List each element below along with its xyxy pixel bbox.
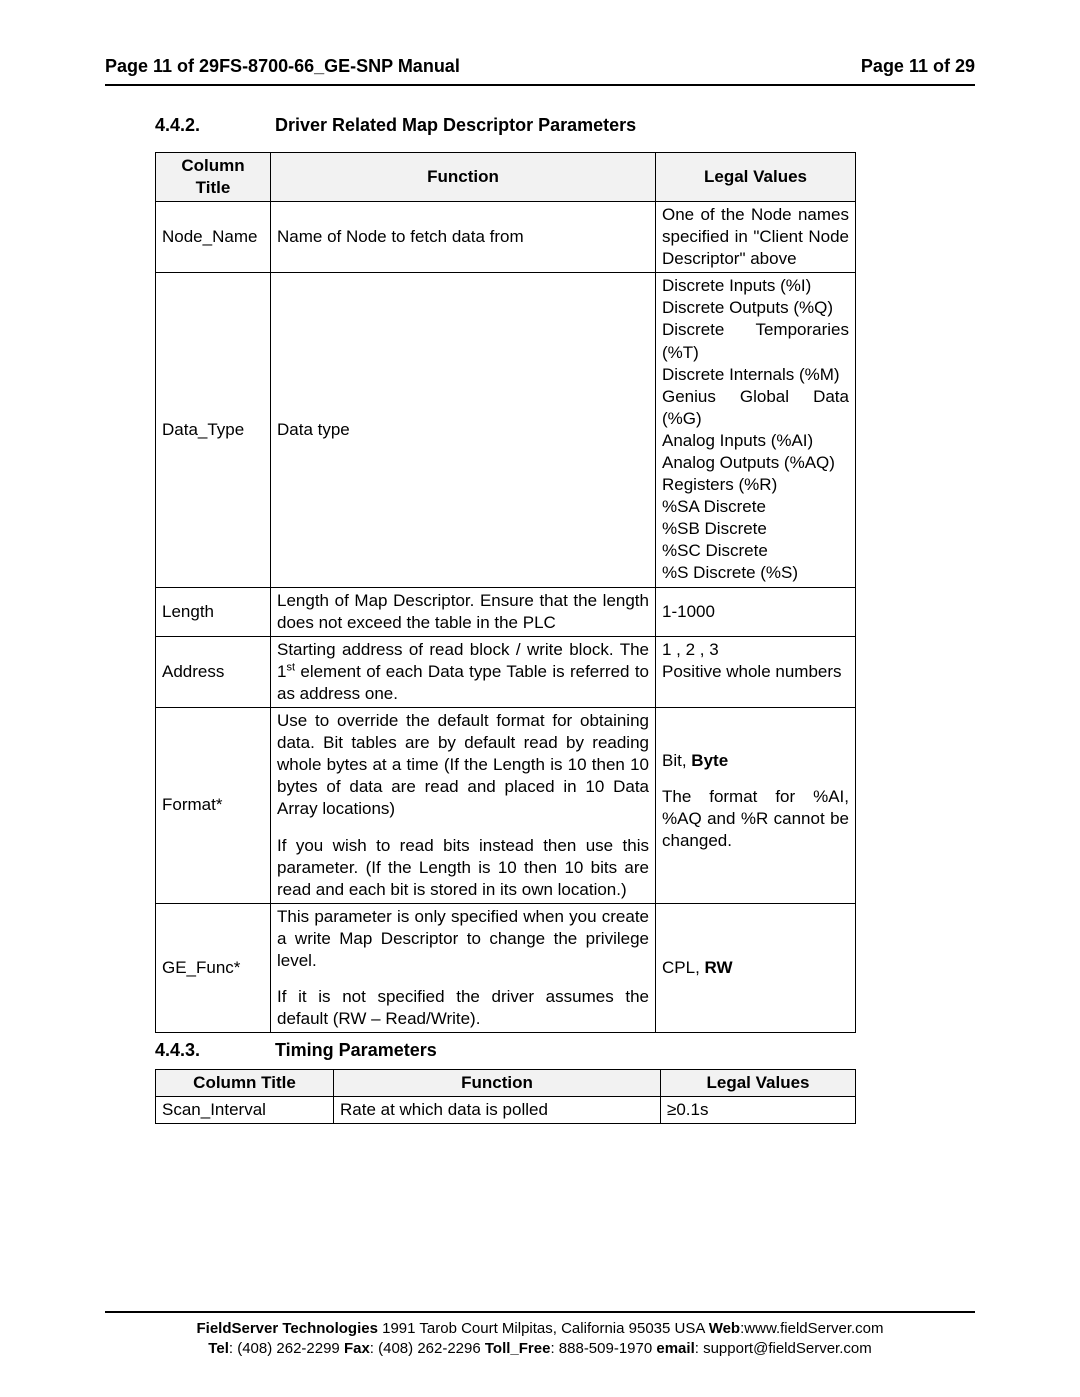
cell-paragraph: Use to override the default format for o…	[277, 710, 649, 820]
section-442-number: 4.4.2.	[155, 114, 275, 137]
cell-function: Name of Node to fetch data from	[271, 201, 656, 272]
footer-tel-value: : (408) 262-2299	[229, 1340, 344, 1357]
cell-col-title: GE_Func*	[156, 903, 271, 1032]
cell-legal-values: 1-1000	[656, 587, 856, 636]
cell-function: Length of Map Descriptor. Ensure that th…	[271, 587, 656, 636]
cell-legal-values: One of the Node names specified in "Clie…	[656, 201, 856, 272]
driver-params-table: Column Title Function Legal Values Node_…	[155, 152, 856, 1033]
header-right: Page 11 of 29	[861, 55, 975, 78]
cell-col-title: Address	[156, 636, 271, 707]
th-column-title: Column Title	[156, 1069, 334, 1096]
ordinal-superscript: st	[286, 661, 295, 673]
cell-col-title: Data_Type	[156, 273, 271, 587]
cell-legal-values: Bit, Byte The format for %AI, %AQ and %R…	[656, 708, 856, 904]
legal-value-line: Positive whole numbers	[662, 661, 849, 683]
table-row: Length Length of Map Descriptor. Ensure …	[156, 587, 856, 636]
footer-address: 1991 Tarob Court Milpitas, California 95…	[378, 1320, 709, 1337]
th-legal-values: Legal Values	[656, 152, 856, 201]
legal-value-line: %SA Discrete	[662, 496, 849, 518]
footer-email-value: : support@fieldServer.com	[695, 1340, 872, 1357]
page-footer: FieldServer Technologies 1991 Tarob Cour…	[105, 1311, 975, 1360]
legal-value-line: The format for %AI, %AQ and %R cannot be…	[662, 786, 849, 852]
footer-web-label: Web	[709, 1320, 740, 1337]
document-page: Page 11 of 29FS-8700-66_GE-SNP Manual Pa…	[0, 0, 1080, 1397]
legal-value-line: Analog Inputs (%AI)	[662, 430, 849, 452]
cell-paragraph: If you wish to read bits instead then us…	[277, 835, 649, 901]
timing-params-table: Column Title Function Legal Values Scan_…	[155, 1069, 856, 1124]
cell-text-post: element of each Data type Table is refer…	[277, 662, 649, 703]
cell-col-title: Format*	[156, 708, 271, 904]
legal-value-line: Discrete Outputs (%Q)	[662, 297, 849, 319]
th-column-title: Column Title	[156, 152, 271, 201]
cell-function: This parameter is only specified when yo…	[271, 903, 656, 1032]
legal-value-line: Bit, Byte	[662, 750, 849, 772]
footer-company: FieldServer Technologies	[197, 1320, 378, 1337]
cell-col-title: Length	[156, 587, 271, 636]
cell-paragraph: This parameter is only specified when yo…	[277, 906, 649, 972]
legal-value-line: Discrete Internals (%M)	[662, 364, 849, 386]
footer-tollfree-value: : 888-509-1970	[550, 1340, 656, 1357]
legal-value-line: 1 , 2 , 3	[662, 639, 849, 661]
table-header-row: Column Title Function Legal Values	[156, 152, 856, 201]
th-function: Function	[271, 152, 656, 201]
legal-value-pre: CPL,	[662, 958, 705, 977]
legal-value-line: Genius Global Data (%G)	[662, 386, 849, 430]
table-row: Scan_Interval Rate at which data is poll…	[156, 1096, 856, 1123]
footer-fax-label: Fax	[344, 1340, 370, 1357]
legal-value-bold: RW	[705, 958, 733, 977]
cell-function: Use to override the default format for o…	[271, 708, 656, 904]
section-443-title: Timing Parameters	[275, 1039, 437, 1062]
th-function: Function	[334, 1069, 661, 1096]
cell-legal-values: ≥0.1s	[661, 1096, 856, 1123]
footer-line-2: Tel: (408) 262-2299 Fax: (408) 262-2296 …	[105, 1339, 975, 1359]
legal-value-line: %SB Discrete	[662, 518, 849, 540]
footer-fax-value: : (408) 262-2296	[370, 1340, 485, 1357]
legal-value-line: %SC Discrete	[662, 540, 849, 562]
cell-col-title: Scan_Interval	[156, 1096, 334, 1123]
footer-tel-label: Tel	[208, 1340, 229, 1357]
legal-value-line: Registers (%R)	[662, 474, 849, 496]
cell-legal-values: Discrete Inputs (%I) Discrete Outputs (%…	[656, 273, 856, 587]
cell-function: Starting address of read block / write b…	[271, 636, 656, 707]
footer-line-1: FieldServer Technologies 1991 Tarob Cour…	[105, 1319, 975, 1339]
cell-col-title: Node_Name	[156, 201, 271, 272]
legal-value-line: Discrete Inputs (%I)	[662, 275, 849, 297]
footer-web-value: :www.fieldServer.com	[740, 1320, 883, 1337]
table-header-row: Column Title Function Legal Values	[156, 1069, 856, 1096]
cell-legal-values: CPL, RW	[656, 903, 856, 1032]
table-row: Data_Type Data type Discrete Inputs (%I)…	[156, 273, 856, 587]
page-header: Page 11 of 29FS-8700-66_GE-SNP Manual Pa…	[105, 55, 975, 86]
cell-legal-values: 1 , 2 , 3 Positive whole numbers	[656, 636, 856, 707]
table-row: Node_Name Name of Node to fetch data fro…	[156, 201, 856, 272]
cell-function: Data type	[271, 273, 656, 587]
section-442-heading: 4.4.2. Driver Related Map Descriptor Par…	[155, 114, 975, 137]
cell-paragraph: If it is not specified the driver assume…	[277, 986, 649, 1030]
legal-value-line: %S Discrete (%S)	[662, 562, 849, 584]
footer-tollfree-label: Toll_Free	[485, 1340, 551, 1357]
table-row: Format* Use to override the default form…	[156, 708, 856, 904]
header-left: Page 11 of 29FS-8700-66_GE-SNP Manual	[105, 55, 460, 78]
table-row: GE_Func* This parameter is only specifie…	[156, 903, 856, 1032]
footer-email-label: email	[656, 1340, 694, 1357]
legal-value-line: Analog Outputs (%AQ)	[662, 452, 849, 474]
cell-function: Rate at which data is polled	[334, 1096, 661, 1123]
th-legal-values: Legal Values	[661, 1069, 856, 1096]
legal-value-pre: Bit,	[662, 751, 691, 770]
section-443-number: 4.4.3.	[155, 1039, 275, 1062]
section-442-title: Driver Related Map Descriptor Parameters	[275, 114, 636, 137]
legal-value-line: Discrete Temporaries (%T)	[662, 319, 849, 363]
table-row: Address Starting address of read block /…	[156, 636, 856, 707]
legal-value-bold: Byte	[691, 751, 728, 770]
section-443-heading: 4.4.3. Timing Parameters	[155, 1039, 975, 1062]
